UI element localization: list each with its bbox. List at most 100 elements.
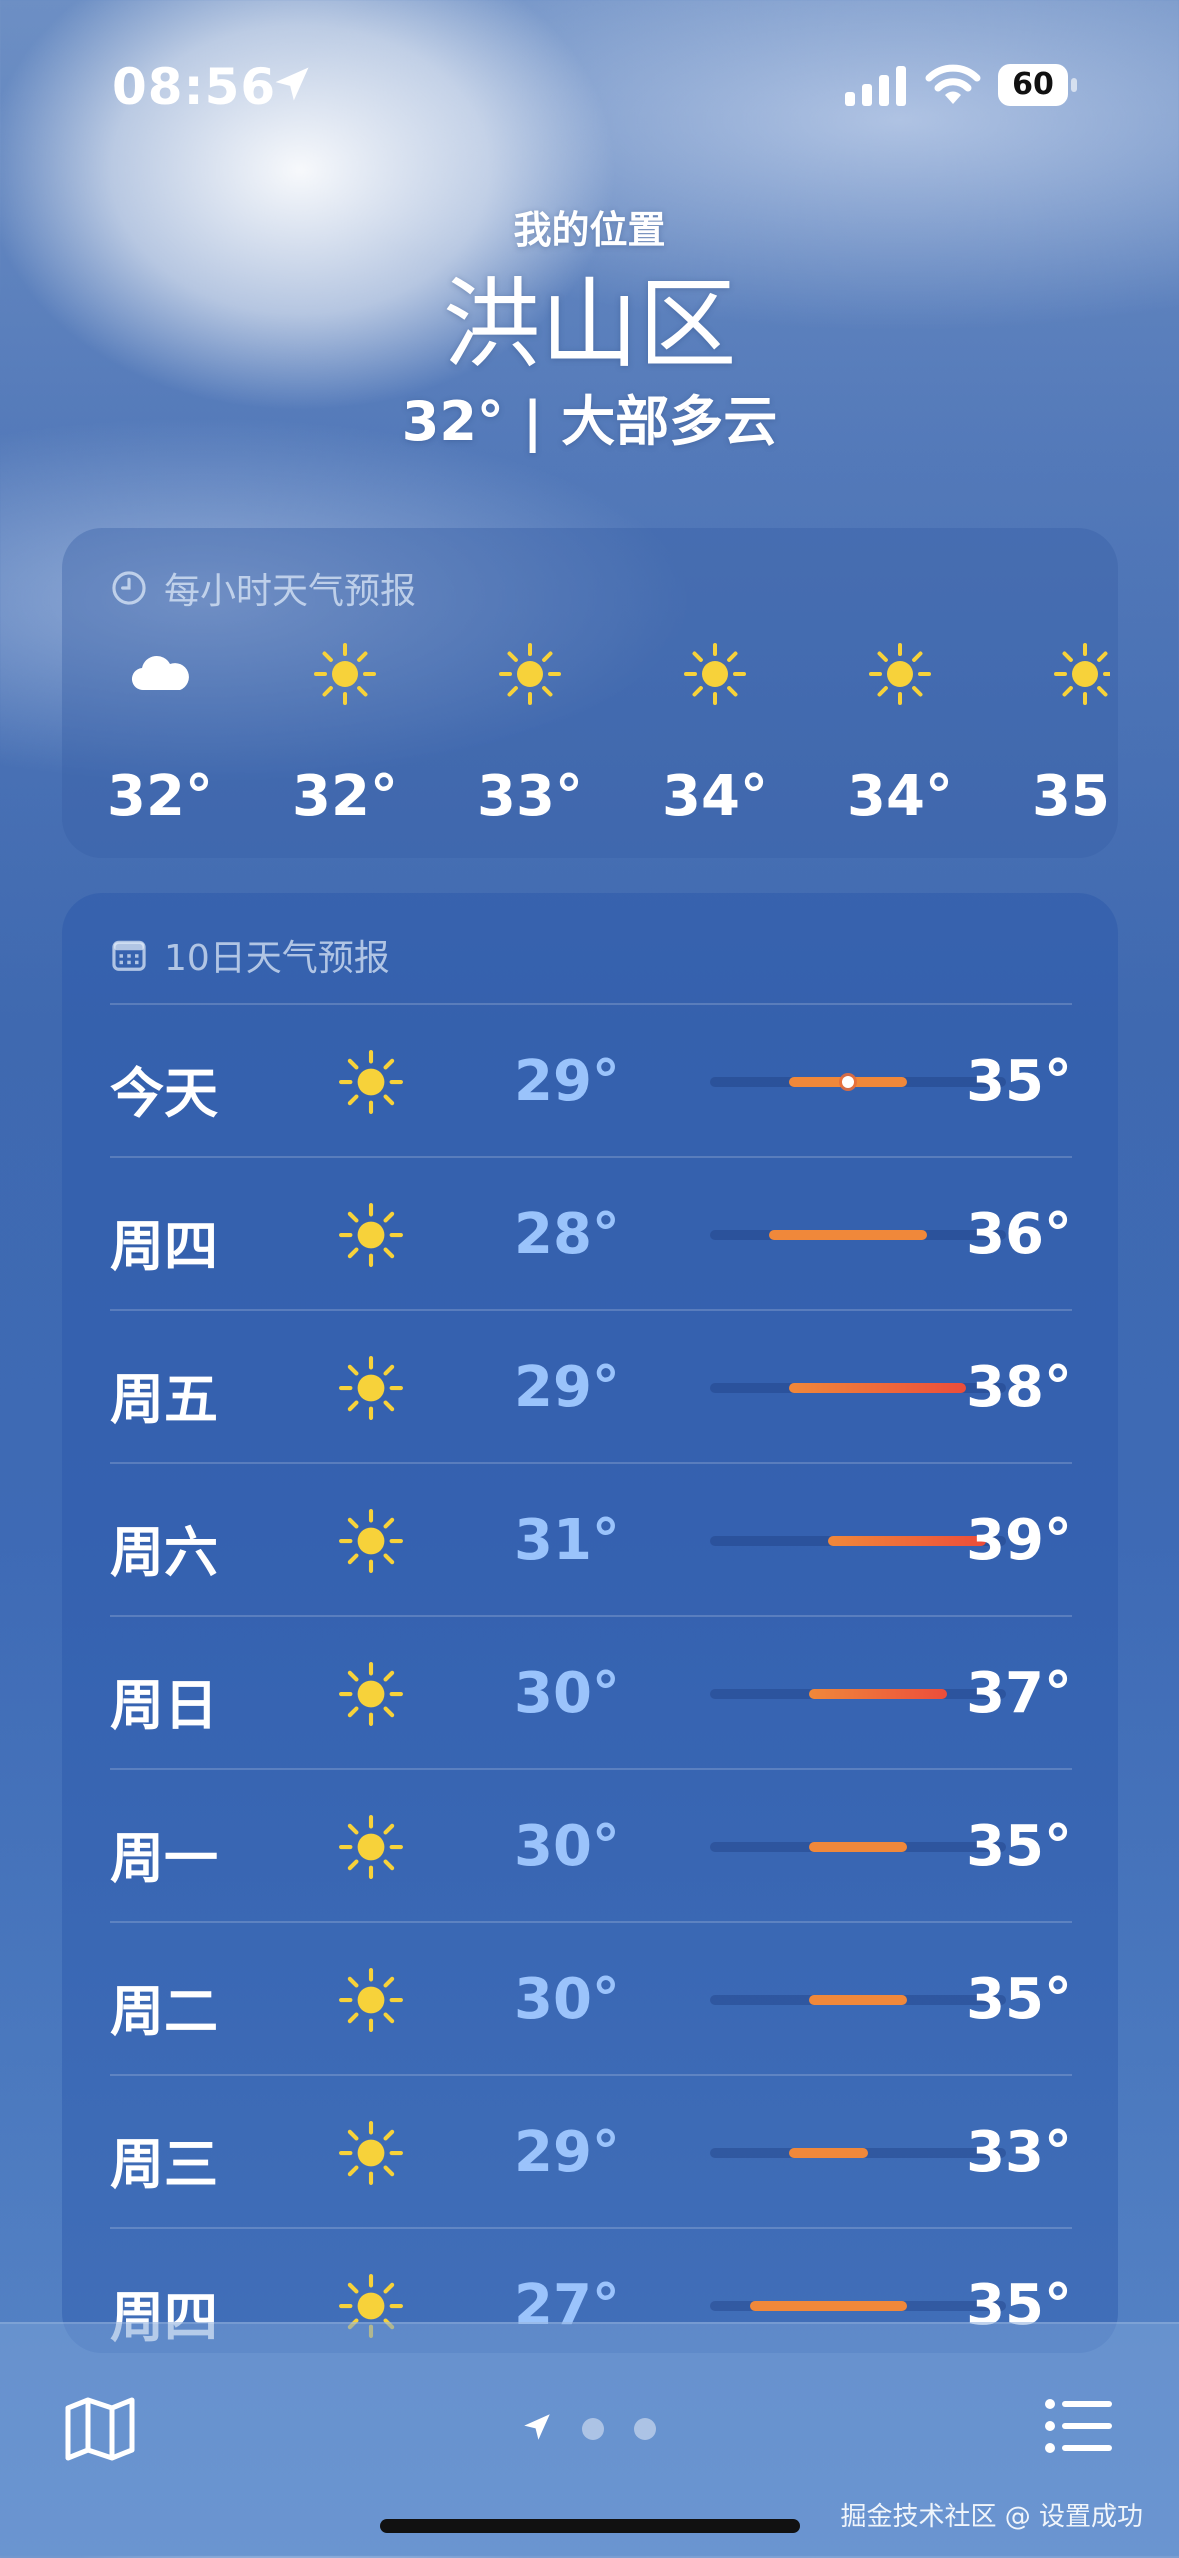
ten-day-forecast-title-text: 10日天气预报: [164, 938, 390, 979]
forecast-day-label: 今天: [110, 1062, 218, 1125]
forecast-low-temp: 30°: [514, 1814, 620, 1879]
hourly-item: 34°: [662, 638, 768, 838]
forecast-low-temp: 30°: [514, 1661, 620, 1726]
hourly-item: 33°: [477, 638, 583, 838]
page-dot: [582, 2418, 604, 2440]
home-indicator[interactable]: [380, 2519, 800, 2533]
forecast-low-temp: 29°: [514, 1049, 620, 1114]
wifi-icon: [925, 64, 981, 104]
forecast-day-row[interactable]: 周日 30° 37°: [110, 1615, 1072, 1768]
hourly-item: 34°: [847, 638, 953, 838]
forecast-high-temp: 35°: [966, 1814, 1072, 1879]
location-page-arrow-icon: [524, 2414, 550, 2440]
temp-range-track: [710, 1842, 1006, 1852]
temp-range-track: [710, 1995, 1006, 2005]
sun-icon: [683, 642, 747, 706]
temp-range-track: [710, 2301, 1006, 2311]
page-indicator[interactable]: [520, 2408, 670, 2458]
battery-nub: [1071, 78, 1077, 92]
forecast-day-label: 周六: [110, 1521, 218, 1584]
bottom-toolbar: 掘金技术社区 @ 设置成功: [0, 2322, 1179, 2558]
hourly-temp: 34°: [662, 764, 768, 829]
sun-icon: [1053, 642, 1110, 706]
temp-range-track: [710, 1383, 1006, 1393]
clock-icon: [112, 571, 146, 605]
forecast-day-row[interactable]: 周二 30° 35°: [110, 1921, 1072, 2074]
cellular-signal-icon: [845, 66, 906, 106]
location-header: 我的位置 洪山区 32° | 大部多云: [0, 205, 1179, 457]
forecast-low-temp: 31°: [514, 1508, 620, 1573]
temp-range-bar: [808, 1842, 908, 1852]
my-location-label: 我的位置: [513, 208, 666, 252]
temp-range-track: [710, 2148, 1006, 2158]
sun-icon: [338, 2120, 404, 2186]
hourly-item: 32°: [292, 638, 398, 838]
hourly-item: 35°: [1032, 638, 1110, 838]
hourly-temp: 32°: [292, 764, 398, 829]
temp-range-track: [710, 1689, 1006, 1699]
temp-range-track: [710, 1076, 1006, 1088]
ten-day-forecast-list[interactable]: 今天 29° 35° 周四 28° 36° 周五 29° 38° 周六 31° 39° 周日 30° 37°…: [110, 1003, 1072, 2353]
forecast-day-label: 周日: [110, 1674, 218, 1737]
current-temp-dot: [842, 1076, 855, 1088]
forecast-low-temp: 30°: [514, 1967, 620, 2032]
forecast-day-row[interactable]: 周四 28° 36°: [110, 1156, 1072, 1309]
location-arrow-icon: [275, 67, 309, 101]
forecast-day-row[interactable]: 周六 31° 39°: [110, 1462, 1072, 1615]
sun-icon: [338, 1967, 404, 2033]
forecast-high-temp: 33°: [966, 2120, 1072, 2185]
forecast-day-label: 周二: [110, 1980, 218, 2043]
forecast-low-temp: 29°: [514, 2120, 620, 2185]
map-icon[interactable]: [64, 2396, 136, 2462]
status-bar: 08:56 60: [0, 0, 1179, 170]
forecast-day-row[interactable]: 周五 29° 38°: [110, 1309, 1072, 1462]
forecast-day-row[interactable]: 周三 29° 33°: [110, 2074, 1072, 2227]
hourly-forecast-card[interactable]: 每小时天气预报 32° 32° 33° 34° 34° 35°: [62, 528, 1118, 858]
forecast-high-temp: 37°: [966, 1661, 1072, 1726]
hourly-temp: 32°: [110, 764, 213, 829]
sun-icon: [338, 1202, 404, 1268]
hourly-forecast-list[interactable]: 32° 32° 33° 34° 34° 35°: [110, 638, 1110, 838]
temp-range-bar: [749, 2301, 908, 2311]
forecast-day-label: 周四: [110, 1215, 218, 1278]
temp-range-bar: [808, 1689, 947, 1699]
forecast-high-temp: 36°: [966, 1202, 1072, 1267]
page-dot: [634, 2418, 656, 2440]
watermark: 掘金技术社区 @ 设置成功: [840, 2502, 1143, 2532]
forecast-day-label: 周一: [110, 1827, 218, 1890]
temp-range-track: [710, 1536, 1006, 1546]
hourly-temp: 35°: [1032, 764, 1110, 829]
forecast-high-temp: 38°: [966, 1355, 1072, 1420]
forecast-low-temp: 28°: [514, 1202, 620, 1267]
hourly-temp: 33°: [477, 764, 583, 829]
sun-icon: [338, 1814, 404, 1880]
battery-level: 60: [998, 64, 1068, 106]
hourly-forecast-title-text: 每小时天气预报: [164, 571, 417, 612]
cloud-icon: [128, 642, 192, 706]
current-temp-condition: 32° | 大部多云: [401, 390, 778, 453]
sun-icon: [498, 642, 562, 706]
temp-range-bar: [828, 1536, 987, 1546]
sun-icon: [338, 1049, 404, 1115]
sun-icon: [313, 642, 377, 706]
sun-icon: [338, 1661, 404, 1727]
sun-icon: [868, 642, 932, 706]
forecast-high-temp: 39°: [966, 1508, 1072, 1573]
list-icon[interactable]: [1044, 2398, 1114, 2454]
forecast-high-temp: 35°: [966, 1049, 1072, 1114]
ten-day-forecast-card[interactable]: 10日天气预报 今天 29° 35° 周四 28° 36° 周五 29° 38° 周六 31° 39°…: [62, 893, 1118, 2353]
forecast-high-temp: 35°: [966, 1967, 1072, 2032]
temp-range-track: [710, 1230, 1006, 1240]
temp-range-bar: [788, 2148, 868, 2158]
hourly-item: 32°: [110, 638, 213, 838]
hourly-forecast-title: 每小时天气预报: [110, 562, 416, 614]
forecast-day-row[interactable]: 今天 29° 35°: [110, 1003, 1072, 1156]
forecast-day-row[interactable]: 周一 30° 35°: [110, 1768, 1072, 1921]
forecast-low-temp: 29°: [514, 1355, 620, 1420]
sun-icon: [338, 1355, 404, 1421]
status-time: 08:56: [112, 58, 277, 116]
city-name: 洪山区: [442, 268, 737, 382]
temp-range-bar: [808, 1995, 908, 2005]
hourly-temp: 34°: [847, 764, 953, 829]
temp-range-bar: [769, 1230, 928, 1240]
